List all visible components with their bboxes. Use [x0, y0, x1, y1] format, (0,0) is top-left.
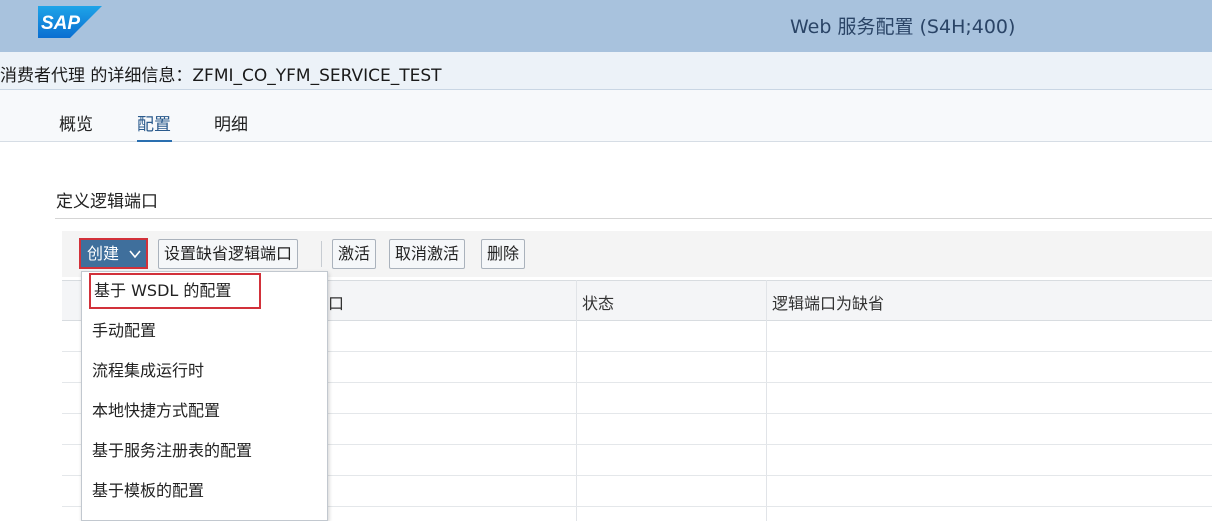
menu-item-service-registry[interactable]: 基于服务注册表的配置 [82, 431, 327, 471]
title-bar: 消费者代理 的详细信息：ZFMI_CO_YFM_SERVICE_TEST [0, 52, 1212, 90]
shell-header: SAP Web 服务配置 (S4H;400) [0, 0, 1212, 52]
tab-details[interactable]: 明细 [214, 110, 248, 135]
column-header-status[interactable]: 状态 [582, 290, 614, 314]
create-button[interactable]: 创建 [79, 238, 148, 269]
create-button-label: 创建 [87, 244, 120, 263]
column-header-default[interactable]: 逻辑端口为缺省 [772, 290, 884, 314]
deactivate-button[interactable]: 取消激活 [389, 239, 466, 269]
chevron-down-icon [129, 250, 141, 259]
section-divider [55, 218, 1212, 219]
column-divider [766, 280, 767, 521]
menu-item-local-shortcut[interactable]: 本地快捷方式配置 [82, 391, 327, 431]
menu-item-manual-config[interactable]: 手动配置 [82, 311, 327, 351]
menu-item-wsdl-config[interactable]: 基于 WSDL 的配置 [89, 273, 261, 309]
app-window: SAP Web 服务配置 (S4H;400) 消费者代理 的详细信息：ZFMI_… [0, 0, 1212, 521]
activate-button[interactable]: 激活 [332, 239, 377, 269]
window-title: Web 服务配置 (S4H;400) [790, 16, 1016, 38]
create-dropdown-menu: 基于 WSDL 的配置 手动配置 流程集成运行时 本地快捷方式配置 基于服务注册… [81, 271, 328, 521]
set-default-port-button[interactable]: 设置缺省逻辑端口 [158, 239, 299, 269]
toolbar-separator [321, 241, 322, 267]
column-header-port[interactable]: 口 [328, 290, 344, 314]
tab-overview[interactable]: 概览 [59, 110, 93, 135]
tab-bar: 概览 配置 明细 [0, 90, 1212, 142]
sap-logo: SAP [38, 6, 102, 38]
tab-configuration[interactable]: 配置 [137, 110, 171, 135]
delete-button[interactable]: 删除 [481, 239, 526, 269]
svg-text:SAP: SAP [41, 13, 80, 34]
page-title: 消费者代理 的详细信息：ZFMI_CO_YFM_SERVICE_TEST [0, 66, 442, 86]
section-title: 定义逻辑端口 [56, 192, 158, 212]
menu-item-pi-runtime[interactable]: 流程集成运行时 [82, 351, 327, 391]
column-divider [576, 280, 577, 521]
menu-item-template-config[interactable]: 基于模板的配置 [82, 471, 327, 511]
